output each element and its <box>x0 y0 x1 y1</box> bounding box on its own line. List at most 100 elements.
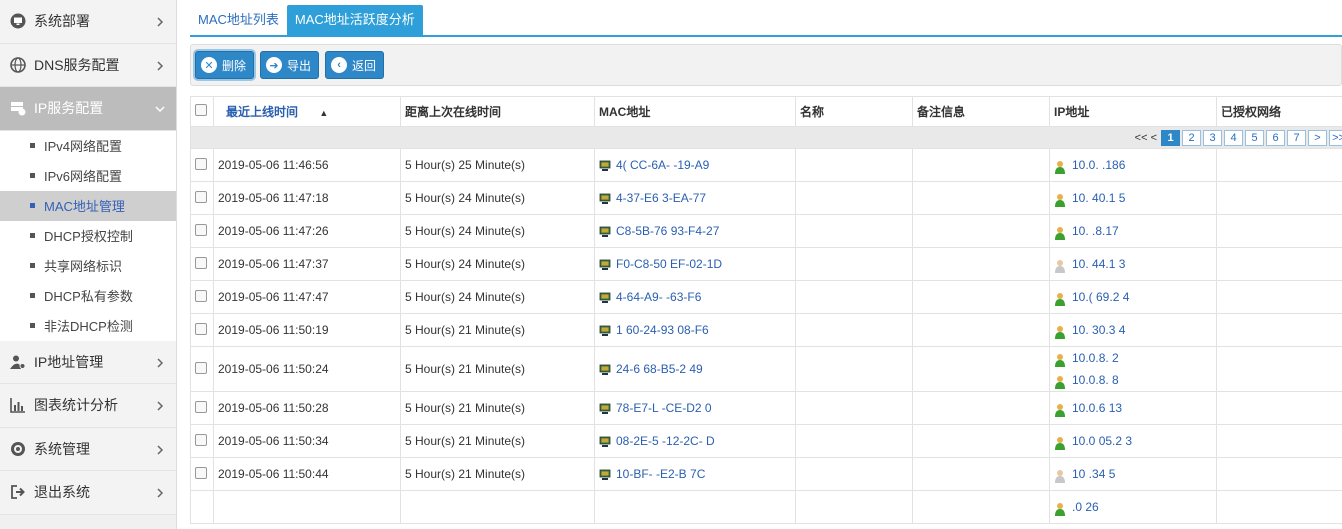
col-name[interactable]: 名称 <box>795 96 913 127</box>
sidebar-menu-5[interactable]: 系统管理 <box>0 427 176 471</box>
last-online-cell: 2019-05-06 11:47:18 <box>213 181 401 215</box>
page-link[interactable]: 7 <box>1287 129 1306 146</box>
mac-address-link[interactable]: 4-64-A9- -63-F6 <box>616 290 701 304</box>
table-row[interactable]: 2019-05-06 11:50:34 5 Hour(s) 21 Minute(s… <box>190 424 1342 458</box>
table-row[interactable]: .0 26 <box>190 490 1342 524</box>
row-checkbox[interactable] <box>195 322 207 335</box>
row-checkbox[interactable] <box>195 361 207 374</box>
page-link[interactable]: 2 <box>1182 129 1201 146</box>
col-mac[interactable]: MAC地址 <box>594 96 796 127</box>
back-button[interactable]: ‹ 返回 <box>325 51 385 79</box>
page-link[interactable]: 3 <box>1203 129 1222 146</box>
mac-address-link[interactable]: F0-C8-50 EF-02-1D <box>616 257 722 271</box>
page-last[interactable]: >> <box>1329 129 1342 146</box>
pager-first-prev[interactable]: << < <box>1135 132 1157 144</box>
sidebar-menu-label: 系统部署 <box>34 13 90 30</box>
mac-cell: 10-BF- -E2-B 7C <box>594 457 796 491</box>
mac-cell: 4-37-E6 3-EA-77 <box>594 181 796 215</box>
row-checkbox[interactable] <box>195 466 207 479</box>
table-row[interactable]: 2019-05-06 11:50:44 5 Hour(s) 21 Minute(s… <box>190 457 1342 491</box>
mac-address-link[interactable]: 4( CC-6A- -19-A9 <box>616 158 709 172</box>
sidebar-menu-4[interactable]: 图表统计分析 <box>0 384 176 428</box>
since-online-cell: 5 Hour(s) 21 Minute(s) <box>400 457 595 491</box>
col-ip[interactable]: IP地址 <box>1049 96 1217 127</box>
mac-address-link[interactable]: 08-2E-5 -12-2C- D <box>616 434 715 448</box>
ip-address-link[interactable]: 10.0.8. 8 <box>1072 373 1119 387</box>
row-checkbox[interactable] <box>195 190 207 203</box>
bullet-icon <box>30 323 35 328</box>
ip-address-link[interactable]: 10. .8.17 <box>1072 224 1119 238</box>
mac-address-link[interactable]: 24-6 68-B5-2 49 <box>616 362 703 376</box>
sidebar-subitem-1[interactable]: IPv6网络配置 <box>0 161 176 191</box>
page-link[interactable]: 1 <box>1161 129 1180 146</box>
sidebar-menu-1[interactable]: DNS服务配置 <box>0 43 176 87</box>
table-row[interactable]: 2019-05-06 11:50:28 5 Hour(s) 21 Minute(s… <box>190 391 1342 425</box>
ip-address-link[interactable]: 10.0. .186 <box>1072 158 1125 172</box>
delete-button[interactable]: ✕ 删除 <box>195 51 255 79</box>
ip-address-link[interactable]: 10. 44.1 3 <box>1072 257 1125 271</box>
mac-address-link[interactable]: 1 60-24-93 08-F6 <box>616 323 709 337</box>
sidebar-menu-0[interactable]: 系统部署 <box>0 0 176 44</box>
page-link[interactable]: 6 <box>1266 129 1285 146</box>
ip-address-link[interactable]: 10.0.6 13 <box>1072 401 1122 415</box>
col-remark[interactable]: 备注信息 <box>912 96 1050 127</box>
table-row[interactable]: 2019-05-06 11:47:18 5 Hour(s) 24 Minute(s… <box>190 181 1342 215</box>
sidebar-menu-6[interactable]: 退出系统 <box>0 471 176 515</box>
export-button[interactable]: ➜ 导出 <box>260 51 320 79</box>
sidebar-subitem-2[interactable]: MAC地址管理 <box>0 190 176 221</box>
table-row[interactable]: 2019-05-06 11:47:26 5 Hour(s) 24 Minute(s… <box>190 214 1342 248</box>
ip-address-link[interactable]: 10. 30.3 4 <box>1072 323 1125 337</box>
row-checkbox[interactable] <box>195 289 207 302</box>
page-link[interactable]: 5 <box>1245 129 1264 146</box>
sidebar-subitem-0[interactable]: IPv4网络配置 <box>0 131 176 161</box>
table-row[interactable]: 2019-05-06 11:46:56 5 Hour(s) 25 Minute(s… <box>190 148 1342 182</box>
ip-address-link[interactable]: 10. 40.1 5 <box>1072 191 1125 205</box>
col-since-online[interactable]: 距离上次在线时间 <box>400 96 595 127</box>
row-checkbox[interactable] <box>195 400 207 413</box>
tab-mac-list[interactable]: MAC地址列表 <box>190 5 287 35</box>
sidebar-subitem-3[interactable]: DHCP授权控制 <box>0 221 176 251</box>
sidebar-menu-3[interactable]: IP地址管理 <box>0 340 176 384</box>
row-checkbox[interactable] <box>195 256 207 269</box>
sidebar-subitem-5[interactable]: DHCP私有参数 <box>0 281 176 311</box>
ip-address-link[interactable]: 10.0 05.2 3 <box>1072 434 1132 448</box>
select-all-cell <box>190 96 214 127</box>
ip-cell: 10.0.6 13 <box>1049 391 1217 425</box>
table-row[interactable]: 2019-05-06 11:50:19 5 Hour(s) 21 Minute(s… <box>190 313 1342 347</box>
mac-cell: 4( CC-6A- -19-A9 <box>594 148 796 182</box>
ip-address-link[interactable]: 10.0.8. 2 <box>1072 351 1119 365</box>
col-authorized-network[interactable]: 已授权网络 <box>1216 96 1342 127</box>
row-checkbox-cell <box>190 313 214 347</box>
user-icon <box>1054 291 1066 306</box>
sidebar: 系统部署 DNS服务配置 IP服务配置 IPv4网络配置 IPv6网络配置 MAC地址管理… <box>0 0 177 529</box>
ip-address-link[interactable]: 10 .34 5 <box>1072 467 1115 481</box>
remark-cell <box>912 490 1050 524</box>
sidebar-subitem-6[interactable]: 非法DHCP检测 <box>0 311 176 341</box>
row-checkbox[interactable] <box>195 433 207 446</box>
ip-address-link[interactable]: .0 26 <box>1072 500 1099 514</box>
tab-mac-activity[interactable]: MAC地址活跃度分析 <box>286 5 423 35</box>
mac-address-link[interactable]: 10-BF- -E2-B 7C <box>616 467 705 481</box>
mac-address-link[interactable]: 4-37-E6 3-EA-77 <box>616 191 706 205</box>
sidebar-subitem-4[interactable]: 共享网络标识 <box>0 251 176 281</box>
sidebar-subitem-label: IPv4网络配置 <box>44 139 123 154</box>
ip-cell: 10. 30.3 4 <box>1049 313 1217 347</box>
row-checkbox[interactable] <box>195 157 207 170</box>
last-online-cell: 2019-05-06 11:50:19 <box>213 313 401 347</box>
ip-address-link[interactable]: 10.( 69.2 4 <box>1072 290 1129 304</box>
col-last-online[interactable]: 最近上线时间 ▲ <box>213 96 401 127</box>
sidebar-menu-2[interactable]: IP服务配置 <box>0 87 176 131</box>
table-row[interactable]: 2019-05-06 11:47:47 5 Hour(s) 24 Minute(s… <box>190 280 1342 314</box>
chevron-right-icon <box>154 443 166 455</box>
name-cell <box>795 181 913 215</box>
select-all-checkbox[interactable] <box>195 104 207 116</box>
mac-address-link[interactable]: C8-5B-76 93-F4-27 <box>616 224 719 238</box>
bullet-icon <box>30 263 35 268</box>
page-link[interactable]: 4 <box>1224 129 1243 146</box>
table-row[interactable]: 2019-05-06 11:47:37 5 Hour(s) 24 Minute(s… <box>190 247 1342 281</box>
network-card-icon <box>599 292 611 304</box>
table-row[interactable]: 2019-05-06 11:50:24 5 Hour(s) 21 Minute(s… <box>190 346 1342 392</box>
mac-address-link[interactable]: 78-E7-L -CE-D2 0 <box>616 401 712 415</box>
page-next[interactable]: > <box>1308 129 1327 146</box>
row-checkbox[interactable] <box>195 223 207 236</box>
